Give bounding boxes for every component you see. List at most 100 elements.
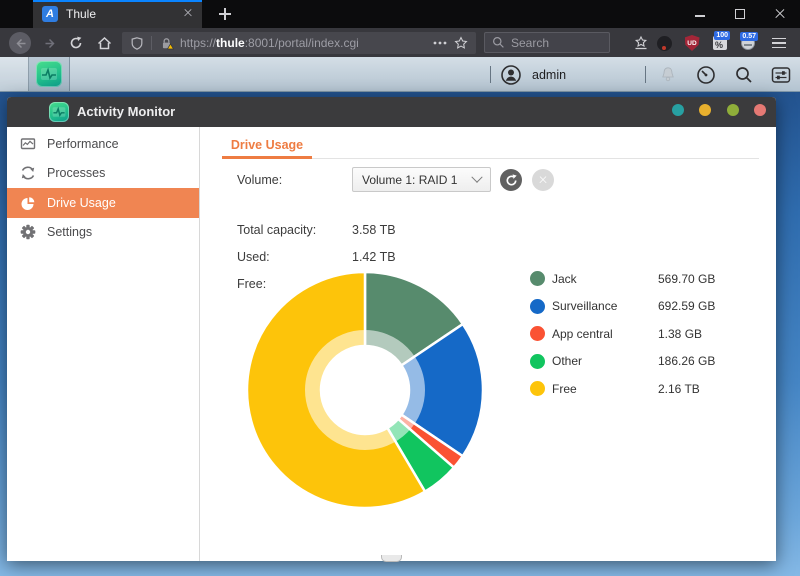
extension-timer-button[interactable]: 0.57 — [737, 32, 759, 54]
magnifier-icon — [736, 67, 752, 83]
active-tab-underline — [222, 156, 312, 159]
refresh-button[interactable] — [500, 169, 522, 191]
plus-icon — [219, 8, 231, 20]
maximize-icon — [735, 9, 745, 19]
taskbar-activity-monitor-button[interactable] — [29, 57, 70, 91]
urlbar-divider — [151, 36, 152, 50]
legend-row: Free 2.16 TB — [530, 381, 715, 397]
clear-x-icon — [539, 176, 547, 184]
system-monitor-button[interactable] — [695, 64, 717, 86]
clear-button-disabled[interactable] — [532, 169, 554, 191]
legend-swatch-icon — [530, 381, 545, 397]
library-icon — [634, 35, 648, 50]
preferences-button[interactable] — [770, 64, 792, 86]
active-tab-accent — [33, 0, 202, 2]
minimize-icon — [695, 15, 705, 17]
sidebar-item-processes[interactable]: Processes — [7, 159, 199, 189]
extension-timer-badge: 0.57 — [740, 32, 758, 41]
search-placeholder: Search — [511, 35, 550, 50]
page-actions-icon[interactable] — [433, 41, 447, 45]
user-icon — [501, 65, 521, 85]
tab-close-icon[interactable] — [183, 5, 193, 23]
legend-value: 186.26 GB — [658, 354, 716, 369]
legend-swatch-icon — [530, 271, 545, 287]
notifications-button[interactable] — [657, 64, 679, 86]
search-icon — [493, 37, 504, 48]
home-button[interactable] — [92, 31, 116, 55]
total-capacity-value: 3.58 TB — [352, 223, 396, 237]
menu-button[interactable] — [768, 32, 790, 54]
dot-red[interactable] — [754, 104, 766, 116]
extension-shield-button[interactable]: UD — [681, 32, 703, 54]
new-tab-button[interactable] — [210, 0, 240, 28]
legend-value: 1.38 GB — [658, 326, 703, 341]
forward-button[interactable] — [38, 31, 62, 55]
extension-dark-circle-icon — [656, 35, 672, 51]
sidebar-item-drive-usage[interactable]: Drive Usage — [7, 188, 199, 218]
dot-amber[interactable] — [699, 104, 711, 116]
extension-timer-icon: 0.57 — [740, 32, 758, 50]
url-path: :8001/portal/index.cgi — [244, 36, 359, 50]
url-bar[interactable]: https://thule:8001/portal/index.cgi — [122, 32, 476, 54]
taskbar-left-segment[interactable] — [0, 57, 29, 91]
taskbar-divider — [490, 66, 491, 83]
dot-olive[interactable] — [726, 104, 739, 116]
close-button[interactable] — [760, 0, 800, 28]
back-button[interactable] — [8, 31, 32, 55]
browser-toolbar: https://thule:8001/portal/index.cgi Sear… — [0, 28, 800, 57]
main-panel: Drive Usage Volume: Volume 1: RAID 1 Tot… — [201, 127, 776, 561]
reload-button[interactable] — [64, 31, 88, 55]
library-button[interactable] — [630, 32, 652, 54]
legend-value: 569.70 GB — [658, 271, 716, 286]
extension-shield-icon: UD — [684, 35, 700, 51]
reload-icon — [70, 36, 82, 49]
username-label[interactable]: admin — [532, 57, 566, 92]
legend-label: Free — [552, 381, 577, 396]
preferences-icon — [771, 67, 791, 83]
sidebar-item-settings[interactable]: Settings — [7, 218, 199, 248]
url-scheme: https:// — [180, 36, 217, 50]
legend-swatch-icon — [530, 353, 545, 369]
tab-drive-usage[interactable]: Drive Usage — [222, 138, 312, 152]
sidebar: Performance Processes Drive Usage Settin… — [7, 127, 200, 561]
adm-taskbar: admin — [0, 57, 800, 92]
home-icon — [97, 36, 111, 50]
extension-privacy-button[interactable] — [653, 32, 675, 54]
bookmark-star-icon[interactable] — [454, 36, 468, 50]
sidebar-label: Processes — [47, 166, 106, 181]
volume-select[interactable]: Volume 1: RAID 1 — [352, 167, 491, 192]
sidebar-label: Settings — [47, 225, 93, 240]
window-controls — [680, 0, 800, 28]
bell-icon — [662, 67, 674, 82]
legend-row: Other 186.26 GB — [530, 353, 716, 370]
total-capacity-label: Total capacity: — [237, 223, 317, 237]
sidebar-label: Performance — [47, 136, 119, 151]
drive-usage-donut-chart — [245, 270, 485, 510]
maximize-button[interactable] — [720, 0, 760, 28]
shield-icon[interactable] — [130, 36, 144, 51]
window-titlebar[interactable]: Activity Monitor — [7, 97, 776, 127]
connection-lock-icon[interactable] — [159, 36, 174, 51]
dot-teal[interactable] — [671, 104, 684, 116]
activity-monitor-window: Activity Monitor Performance Processes D… — [7, 97, 776, 562]
legend-row: Surveillance 692.59 GB — [530, 298, 715, 315]
window-app-icon — [49, 102, 69, 122]
hamburger-icon — [772, 37, 786, 49]
volume-label: Volume: — [237, 173, 283, 187]
sidebar-item-performance[interactable]: Performance — [7, 129, 199, 159]
user-menu-button[interactable] — [500, 64, 522, 86]
minimize-button[interactable] — [680, 0, 720, 28]
window-resize-handle[interactable] — [381, 555, 402, 562]
sidebar-label: Drive Usage — [47, 195, 116, 210]
search-box[interactable]: Search — [484, 32, 610, 53]
donut-hole — [322, 347, 408, 433]
browser-tab-thule[interactable]: A Thule — [33, 0, 202, 28]
extension-percent-button[interactable]: % 100 — [709, 31, 731, 54]
extension-percent-glyph: % — [715, 40, 724, 50]
legend: Jack 569.70 GB Surveillance 692.59 GB App ce… — [530, 271, 715, 397]
adm-search-button[interactable] — [733, 64, 755, 86]
browser-tab-bar: A Thule — [0, 0, 800, 28]
url-text[interactable]: https://thule:8001/portal/index.cgi — [180, 36, 426, 50]
volume-select-value: Volume 1: RAID 1 — [362, 172, 458, 187]
back-icon — [9, 32, 31, 54]
